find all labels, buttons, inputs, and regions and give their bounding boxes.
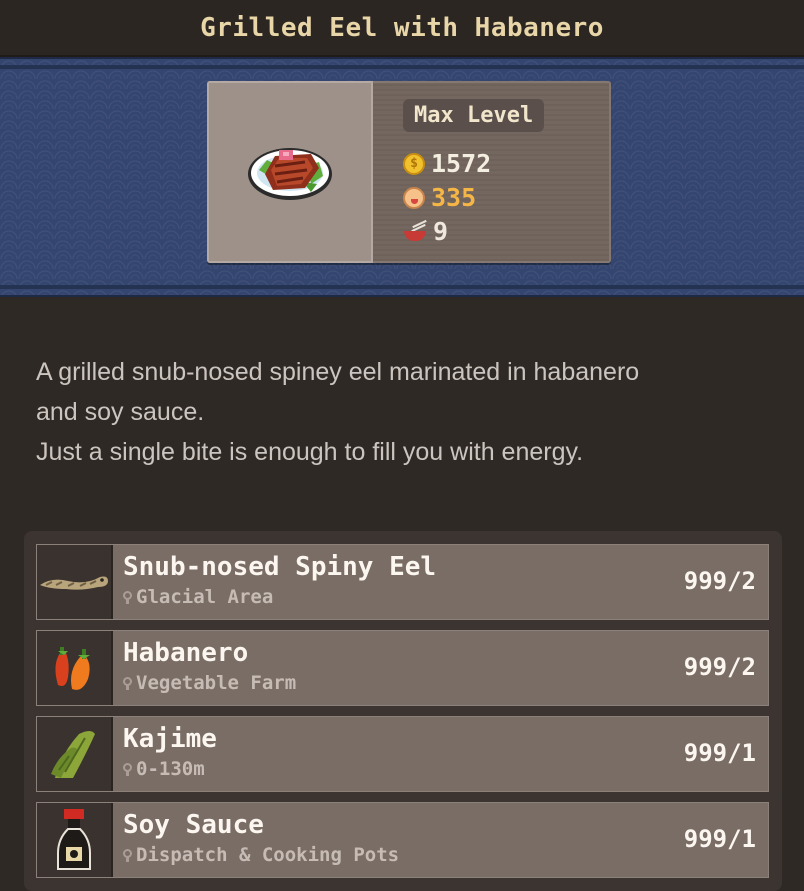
coin-icon: $ (403, 152, 425, 175)
ingredient-location-text: 0-130m (136, 758, 205, 780)
ingredient-location: 0-130m (123, 755, 758, 783)
location-pin-icon (123, 676, 132, 690)
flavor-stat: 335 (403, 183, 476, 212)
dish-stats: Max Level $ 1572 335 9 (373, 81, 611, 263)
ingredient-location-text: Glacial Area (136, 586, 274, 608)
ingredient-info: Habanero Vegetable Farm 999/2 (113, 631, 768, 705)
ingredient-name: Soy Sauce (123, 810, 264, 840)
servings-stat: 9 (403, 217, 448, 246)
description-line: A grilled snub-nosed spiney eel marinate… (36, 358, 640, 386)
tasty-face-icon (403, 186, 425, 209)
ingredient-location-text: Dispatch & Cooking Pots (136, 844, 400, 866)
description-line: Just a single bite is enough to fill you… (36, 438, 584, 466)
ingredient-location: Vegetable Farm (123, 669, 758, 697)
bowl-icon (403, 219, 427, 243)
eel-icon (40, 576, 108, 590)
dish-image-frame (207, 81, 373, 263)
ingredient-row[interactable]: Snub-nosed Spiny Eel Glacial Area 999/2 (36, 544, 769, 620)
coin-value: 1572 (431, 149, 492, 178)
dish-card: Max Level $ 1572 335 9 (207, 81, 611, 263)
grilled-eel-dish-icon (248, 148, 332, 200)
ingredient-count: 999/1 (683, 825, 756, 853)
ingredient-thumb (37, 545, 113, 619)
ingredient-thumb (37, 803, 113, 877)
coin-stat: $ 1572 (403, 149, 491, 178)
ingredient-name: Kajime (123, 724, 217, 754)
ingredient-info: Snub-nosed Spiny Eel Glacial Area 999/2 (113, 545, 768, 619)
ingredient-count: 999/1 (683, 739, 756, 767)
ingredients-panel: Snub-nosed Spiny Eel Glacial Area 999/2 … (24, 531, 782, 891)
ingredient-row[interactable]: Habanero Vegetable Farm 999/2 (36, 630, 769, 706)
title-bar: Grilled Eel with Habanero (0, 0, 804, 57)
ingredient-name: Snub-nosed Spiny Eel (123, 552, 437, 582)
ingredient-info: Kajime 0-130m 999/1 (113, 717, 768, 791)
location-pin-icon (123, 848, 132, 862)
ingredient-count: 999/2 (683, 567, 756, 595)
max-level-badge: Max Level (403, 99, 545, 132)
ingredient-row[interactable]: Kajime 0-130m 999/1 (36, 716, 769, 792)
ingredient-thumb (37, 717, 113, 791)
location-pin-icon (123, 590, 132, 604)
ingredient-name: Habanero (123, 638, 249, 668)
dish-title: Grilled Eel with Habanero (200, 12, 604, 43)
ingredient-thumb (37, 631, 113, 705)
ingredient-count: 999/2 (683, 653, 756, 681)
dish-description: A grilled snub-nosed spiney eel marinate… (36, 352, 776, 472)
ingredient-location: Dispatch & Cooking Pots (123, 841, 758, 869)
soy-sauce-bottle-icon (57, 809, 91, 870)
flavor-value: 335 (431, 183, 477, 212)
ingredient-info: Soy Sauce Dispatch & Cooking Pots 999/1 (113, 803, 768, 877)
seaweed-icon (51, 731, 95, 778)
servings-value: 9 (433, 217, 449, 246)
ingredient-location-text: Vegetable Farm (136, 672, 297, 694)
description-line: and soy sauce. (36, 398, 205, 426)
ingredient-location: Glacial Area (123, 583, 758, 611)
ingredient-row[interactable]: Soy Sauce Dispatch & Cooking Pots 999/1 (36, 802, 769, 878)
location-pin-icon (123, 762, 132, 776)
habanero-icon (55, 647, 90, 690)
